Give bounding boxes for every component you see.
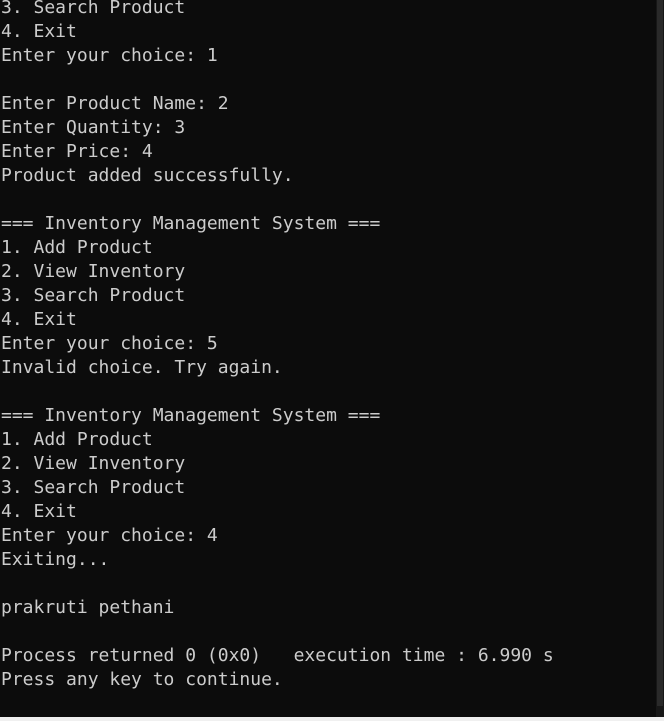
- console-line: 4. Exit: [1, 501, 77, 522]
- console-line: Invalid choice. Try again.: [1, 357, 283, 378]
- console-line: 2. View Inventory: [1, 261, 186, 282]
- console-line: Product added successfully.: [1, 165, 294, 186]
- console-line: Enter your choice: 5: [1, 333, 218, 354]
- console-line: 3. Search Product: [1, 477, 186, 498]
- console-line: Enter your choice: 4: [1, 525, 218, 546]
- console-line: === Inventory Management System ===: [1, 405, 381, 426]
- console-line: 2. View Inventory: [1, 453, 186, 474]
- console-line: Enter Quantity: 3: [1, 117, 186, 138]
- scrollbar-thumb[interactable]: [657, 0, 663, 706]
- console-line: 4. Exit: [1, 21, 77, 42]
- console-line: Enter Price: 4: [1, 141, 153, 162]
- console-line: Enter Product Name: 2: [1, 93, 229, 114]
- console-line: 3. Search Product: [1, 285, 186, 306]
- console-line: 3. Search Product: [1, 0, 186, 18]
- console-line: 4. Exit: [1, 309, 77, 330]
- console-line: prakruti pethani: [1, 597, 175, 618]
- console-line: Enter your choice: 1: [1, 45, 218, 66]
- console-line: 1. Add Product: [1, 237, 153, 258]
- console-line: Exiting...: [1, 549, 110, 570]
- vertical-scrollbar[interactable]: [656, 0, 664, 721]
- console-line: === Inventory Management System ===: [1, 213, 381, 234]
- console-line: 1. Add Product: [1, 429, 153, 450]
- console-line: Process returned 0 (0x0) execution time …: [1, 645, 554, 666]
- console-line: Press any key to continue.: [1, 669, 283, 690]
- window-bottom-edge: [0, 717, 664, 721]
- console-output[interactable]: 3. Search Product 4. Exit Enter your cho…: [0, 0, 656, 715]
